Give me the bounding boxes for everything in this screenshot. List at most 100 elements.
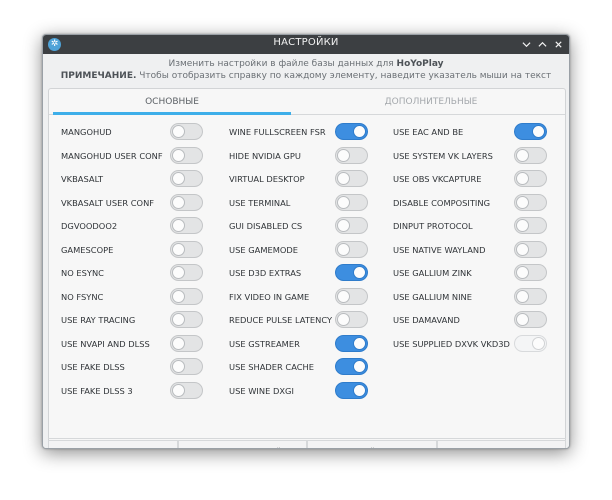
option-toggle-switch[interactable] [514,123,547,140]
toggle-knob [172,195,185,209]
option-toggle-switch[interactable] [335,123,368,140]
info-line-note: ПРИМЕЧАНИЕ. Чтобы отобразить справку по … [43,71,569,81]
option-toggle-switch[interactable] [335,287,368,305]
option-toggle-switch[interactable] [170,170,203,187]
option-toggle-switch[interactable] [335,240,368,258]
option-label: VKBASALT [61,174,104,184]
toggle-knob [172,172,185,185]
toggle-knob [172,360,185,373]
option-label: REDUCE PULSE LATENCY [229,315,333,325]
option-toggle-switch [514,334,547,352]
option-label: USE EAC AND BE [393,127,464,137]
option-toggle-switch[interactable] [514,311,547,328]
option-label: USE SHADER CACHE [229,362,315,372]
option-label: VIRTUAL DESKTOP [229,174,305,184]
option-toggle-switch[interactable] [170,311,203,328]
option-label: GUI DISABLED CS [229,221,303,231]
toggle-knob [337,219,350,232]
option-toggle-switch[interactable] [514,287,547,305]
option-toggle-switch[interactable] [170,240,203,258]
option-label: WINE FULLSCREEN FSR [229,127,326,137]
option-toggle-switch[interactable] [170,334,203,352]
option-label: USE OBS VKCAPTURE [393,174,482,184]
option-toggle-switch[interactable] [335,264,368,281]
toggle-knob [172,148,185,162]
option-label: USE NATIVE WAYLAND [393,244,486,255]
option-toggle-switch[interactable] [514,240,547,258]
toggle-knob [516,266,529,279]
option-toggle-switch[interactable] [170,123,203,140]
option-toggle-switch[interactable] [335,170,368,187]
tab-advanced[interactable]: ДОПОЛНИТЕЛЬНЫЕ [299,89,563,115]
option-label: USE GAMEMODE [229,244,299,255]
option-label: USE SUPPLIED DXVK VKD3D [393,338,510,349]
option-toggle-switch[interactable] [335,217,368,234]
option-toggle-switch[interactable] [335,193,368,211]
option-label: DGVOODOO2 [61,221,118,231]
toggle-knob [532,125,545,138]
option-toggle-switch[interactable] [170,358,203,375]
option-toggle-switch[interactable] [335,311,368,328]
option-toggle-switch[interactable] [335,146,368,164]
toggle-knob [172,289,185,303]
reset-settings-button[interactable]: СБРОСИТЬ НАСТРОЙКИ [177,440,307,448]
cancel-changes-button[interactable]: ОТМЕНИТЬ ИЗМЕНЕНИЯ [48,440,178,448]
toggle-knob [532,336,545,350]
toggle-knob [172,219,185,232]
option-toggle-switch[interactable] [514,217,547,234]
toggle-knob [172,125,185,138]
toggle-knob [172,242,185,256]
toggle-knob [353,125,366,138]
option-label: MANGOHUD [61,127,112,137]
toggle-knob [516,313,529,326]
window-controls [519,36,565,52]
toggle-knob [337,313,350,326]
option-label: USE FAKE DLSS [61,362,125,372]
option-toggle-switch[interactable] [514,193,547,211]
option-label: VKBASALT USER CONF [61,197,155,208]
toggle-knob [516,195,529,209]
option-toggle-switch[interactable] [514,146,547,164]
option-toggle-switch[interactable] [170,287,203,305]
info-prefix: Изменить настройки в файле базы данных д… [168,59,394,69]
option-label: HIDE NVIDIA GPU [229,150,301,161]
tab-bar: ОСНОВНЫЕ ДОПОЛНИТЕЛЬНЫЕ [49,89,565,115]
option-label: DINPUT PROTOCOL [393,221,473,231]
toggle-knob [353,383,366,397]
info-line-database: Изменить настройки в файле базы данных д… [43,59,569,69]
toggle-knob [172,313,185,326]
option-label: USE DAMAVAND [393,315,460,325]
toggle-knob [337,148,350,162]
option-toggle-switch[interactable] [514,264,547,281]
option-toggle-switch[interactable] [335,334,368,352]
option-toggle-switch[interactable] [170,264,203,281]
option-label: GAMESCOPE [61,244,114,255]
maximize-chevron-up-icon[interactable] [535,36,549,52]
option-toggle-switch[interactable] [335,381,368,399]
option-toggle-switch[interactable] [170,381,203,399]
option-label: MANGOHUD USER CONF [61,150,163,161]
title-bar[interactable]: ✲ НАСТРОЙКИ [43,35,569,54]
close-icon[interactable] [551,36,565,52]
option-toggle-switch[interactable] [514,170,547,187]
footer-buttons: ОТМЕНИТЬ ИЗМЕНЕНИЯ СБРОСИТЬ НАСТРОЙКИ ОТ… [48,438,566,448]
option-label: USE FAKE DLSS 3 [61,385,133,396]
option-toggle-switch[interactable] [335,358,368,375]
option-toggle-switch[interactable] [170,193,203,211]
option-label: DISABLE COMPOSITING [393,197,491,208]
option-label: USE SYSTEM VK LAYERS [393,150,493,161]
tabs-panel: ОСНОВНЫЕ ДОПОЛНИТЕЛЬНЫЕ MANGOHUD MANGOHUD… [48,88,566,448]
option-label: USE NVAPI AND DLSS [61,338,150,349]
option-label: USE GALLIUM NINE [393,291,472,302]
toggle-knob [516,148,529,162]
window-body: Изменить настройки в файле базы данных д… [43,54,569,448]
open-settings-file-button[interactable]: ОТКРЫТЬ ФАЙЛ НАСТРОЕК [307,440,437,448]
toggle-knob [353,266,366,279]
option-toggle-switch[interactable] [170,217,203,234]
minimize-chevron-down-icon[interactable] [519,36,533,52]
toggle-knob [337,172,350,185]
save-changes-button[interactable]: СОХРАНИТЬ ИЗМЕНЕНИЯ [436,440,566,448]
toggle-knob [337,289,350,303]
toggle-knob [353,336,366,350]
option-toggle-switch[interactable] [170,146,203,164]
